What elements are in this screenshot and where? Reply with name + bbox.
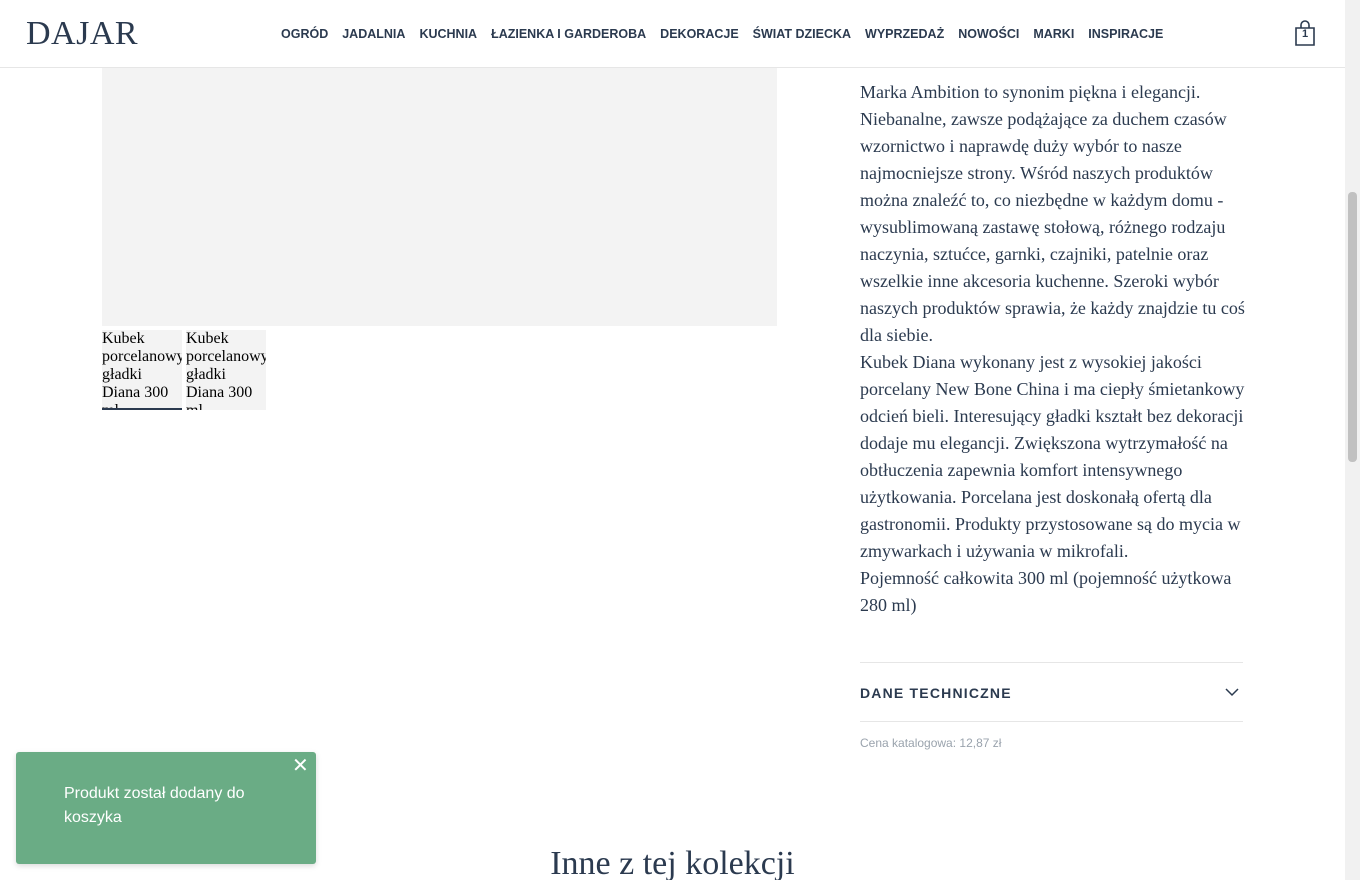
accordion-label: DANE TECHNICZNE bbox=[860, 685, 1012, 701]
chevron-down-icon bbox=[1225, 688, 1239, 697]
cart-button[interactable]: 1 bbox=[1293, 20, 1317, 48]
nav-item-kuchnia[interactable]: KUCHNIA bbox=[412, 24, 484, 44]
page: DAJAR OGRÓD JADALNIA KUCHNIA ŁAZIENKA I … bbox=[0, 0, 1360, 880]
product-main-image[interactable] bbox=[102, 67, 777, 326]
scrollbar[interactable] bbox=[1345, 0, 1360, 880]
close-icon[interactable]: ✕ bbox=[292, 756, 309, 776]
logo[interactable]: DAJAR bbox=[26, 14, 138, 54]
toast-message: Produkt został dodany do koszyka bbox=[64, 785, 245, 826]
site-header: DAJAR OGRÓD JADALNIA KUCHNIA ŁAZIENKA I … bbox=[0, 0, 1345, 68]
scrollbar-thumb[interactable] bbox=[1348, 192, 1357, 462]
description-paragraph: Pojemność całkowita 300 ml (pojemność uż… bbox=[860, 568, 1232, 615]
main-nav: OGRÓD JADALNIA KUCHNIA ŁAZIENKA I GARDER… bbox=[274, 24, 1170, 44]
nav-item-dekoracje[interactable]: DEKORACJE bbox=[653, 24, 746, 44]
nav-item-swiat-dziecka[interactable]: ŚWIAT DZIECKA bbox=[746, 24, 858, 44]
gallery-thumbnail[interactable]: Kubek porcelanowy gładki Diana 300 ml bbox=[186, 330, 266, 410]
technical-data-accordion[interactable]: DANE TECHNICZNE bbox=[860, 662, 1243, 722]
catalog-price: Cena katalogowa: 12,87 zł bbox=[860, 736, 1002, 750]
product-description: Marka Ambition to synonim piękna i elega… bbox=[860, 79, 1250, 619]
nav-item-ogrod[interactable]: OGRÓD bbox=[274, 24, 335, 44]
nav-item-inspiracje[interactable]: INSPIRACJE bbox=[1081, 24, 1170, 44]
nav-item-nowosci[interactable]: NOWOŚCI bbox=[951, 24, 1026, 44]
description-paragraph: Marka Ambition to synonim piękna i elega… bbox=[860, 82, 1245, 345]
added-to-cart-toast: Produkt został dodany do koszyka ✕ bbox=[16, 752, 316, 864]
description-paragraph: Kubek Diana wykonany jest z wysokiej jak… bbox=[860, 352, 1245, 561]
nav-item-marki[interactable]: MARKI bbox=[1026, 24, 1081, 44]
cart-count: 1 bbox=[1301, 28, 1309, 40]
nav-item-lazienka[interactable]: ŁAZIENKA I GARDEROBA bbox=[484, 24, 653, 44]
gallery-thumbnail[interactable]: Kubek porcelanowy gładki Diana 300 ml bbox=[102, 330, 182, 410]
nav-item-jadalnia[interactable]: JADALNIA bbox=[335, 24, 412, 44]
nav-item-wyprzedaz[interactable]: WYPRZEDAŻ bbox=[858, 24, 951, 44]
